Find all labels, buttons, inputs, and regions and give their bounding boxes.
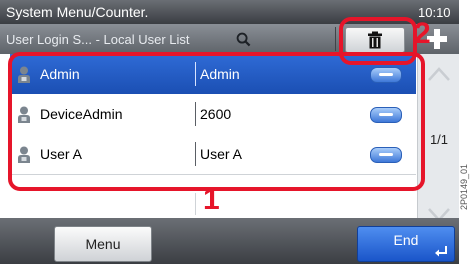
end-button[interactable]: End: [357, 226, 455, 262]
callout-number-2: 2: [414, 17, 431, 50]
scroll-up-button[interactable]: [422, 60, 456, 88]
breadcrumb: User Login S... - Local User List: [6, 32, 190, 47]
screen: System Menu/Counter. 10:10 User Login S.…: [0, 0, 459, 264]
callout-number-1: 1: [203, 183, 220, 216]
header-separator: [335, 27, 336, 51]
menu-button[interactable]: Menu: [54, 226, 152, 262]
search-icon[interactable]: [236, 32, 251, 47]
callout-user-list: [8, 52, 425, 191]
empty-row-divider: [195, 193, 196, 215]
figure-code: 2P0149_01: [459, 163, 469, 210]
enter-icon: [435, 246, 447, 257]
callout-delete-button: [339, 17, 417, 65]
screen-title: System Menu/Counter.: [6, 4, 149, 20]
